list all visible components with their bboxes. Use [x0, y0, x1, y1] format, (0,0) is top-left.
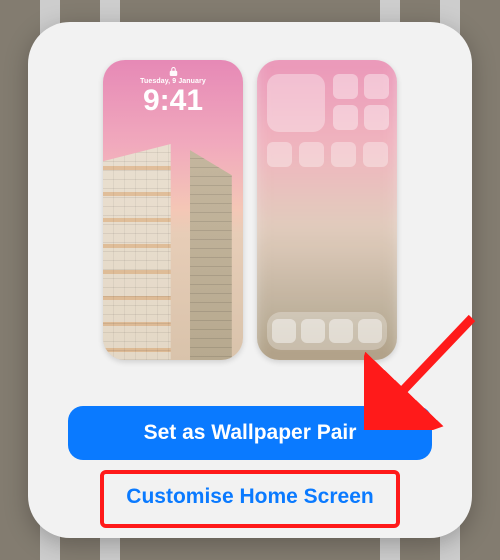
app-icon-placeholder [363, 142, 388, 167]
home-icon-grid-top [333, 74, 387, 130]
app-icon-placeholder [333, 105, 358, 130]
home-screen-preview [257, 60, 397, 360]
home-dock [267, 312, 387, 350]
wallpaper-previews: Tuesday, 9 January 9:41 [28, 60, 472, 360]
app-icon-placeholder [331, 142, 356, 167]
lock-screen-time: 9:41 [103, 86, 243, 116]
app-icon-placeholder [267, 142, 292, 167]
app-icon-placeholder [333, 74, 358, 99]
dock-icon-placeholder [358, 319, 382, 343]
customise-home-screen-button[interactable]: Customise Home Screen [68, 474, 432, 520]
dock-icon-placeholder [329, 319, 353, 343]
app-icon-placeholder [299, 142, 324, 167]
set-as-wallpaper-pair-button[interactable]: Set as Wallpaper Pair [68, 406, 432, 460]
dock-icon-placeholder [272, 319, 296, 343]
home-widget-placeholder [267, 74, 325, 132]
lock-screen-clock: Tuesday, 9 January 9:41 [103, 78, 243, 116]
home-icon-grid [267, 142, 387, 167]
wallpaper-confirmation-sheet: Tuesday, 9 January 9:41 [28, 22, 472, 538]
lock-screen-preview: Tuesday, 9 January 9:41 [103, 60, 243, 360]
app-icon-placeholder [364, 105, 389, 130]
lock-icon [103, 66, 243, 77]
building-side-graphic [190, 150, 232, 360]
dock-icon-placeholder [301, 319, 325, 343]
app-icon-placeholder [364, 74, 389, 99]
